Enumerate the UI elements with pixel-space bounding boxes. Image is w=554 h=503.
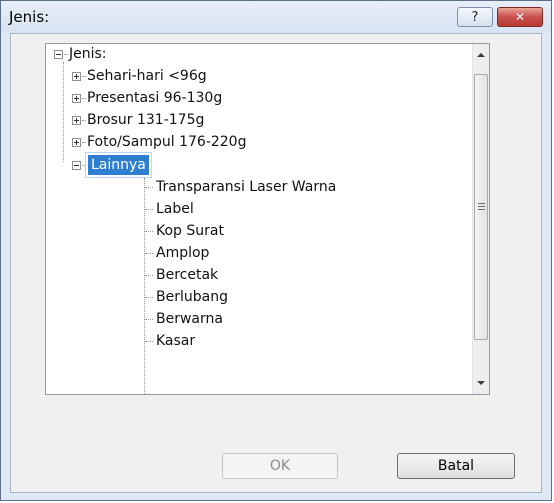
tree-root-label: Jenis: [69,46,107,62]
scroll-up-arrow-icon[interactable] [477,53,485,57]
tree-item-label: Foto/Sampul 176-220g [87,134,247,150]
tree-item-label: Presentasi 96-130g [87,90,223,106]
help-button[interactable]: ? [457,7,493,27]
close-icon: ✕ [514,10,526,24]
tree-leaf-label: Berwarna [156,311,223,327]
ok-button[interactable]: OK [222,453,338,479]
expand-icon[interactable] [72,72,81,81]
window-title: Jenis: [9,8,50,26]
expand-icon[interactable] [72,138,81,147]
cancel-button[interactable]: Batal [397,453,515,479]
scroll-down-arrow-icon[interactable] [477,381,485,385]
tree-leaf-label: Bercetak [156,267,219,283]
tree-leaf-label: Kasar [156,333,196,349]
scrollbar-thumb[interactable] [474,74,488,340]
tree-item-label: Brosur 131-175g [87,112,205,128]
close-button[interactable]: ✕ [497,7,543,27]
tree-item-label-selected: Lainnya [85,152,152,178]
tree-leaf-label: Transparansi Laser Warna [156,179,337,195]
vertical-scrollbar[interactable] [472,44,489,394]
tree-view[interactable]: Jenis: Sehari-hari <96g Presentasi 96-13… [45,43,490,395]
title-bar[interactable]: Jenis: ? ✕ [1,1,551,33]
tree-leaf-label: Label [156,201,194,217]
tree-leaf-label: Amplop [156,245,210,261]
collapse-icon[interactable] [72,161,81,170]
expand-icon[interactable] [72,116,81,125]
expand-icon[interactable] [72,94,81,103]
grip-icon [478,203,485,204]
tree-item-label: Sehari-hari <96g [87,68,207,84]
tree-leaf-label: Kop Surat [156,223,224,239]
tree-leaf-label: Berlubang [156,289,228,305]
help-icon: ? [471,9,479,25]
collapse-icon[interactable] [54,50,63,59]
tree-connector [63,62,65,162]
